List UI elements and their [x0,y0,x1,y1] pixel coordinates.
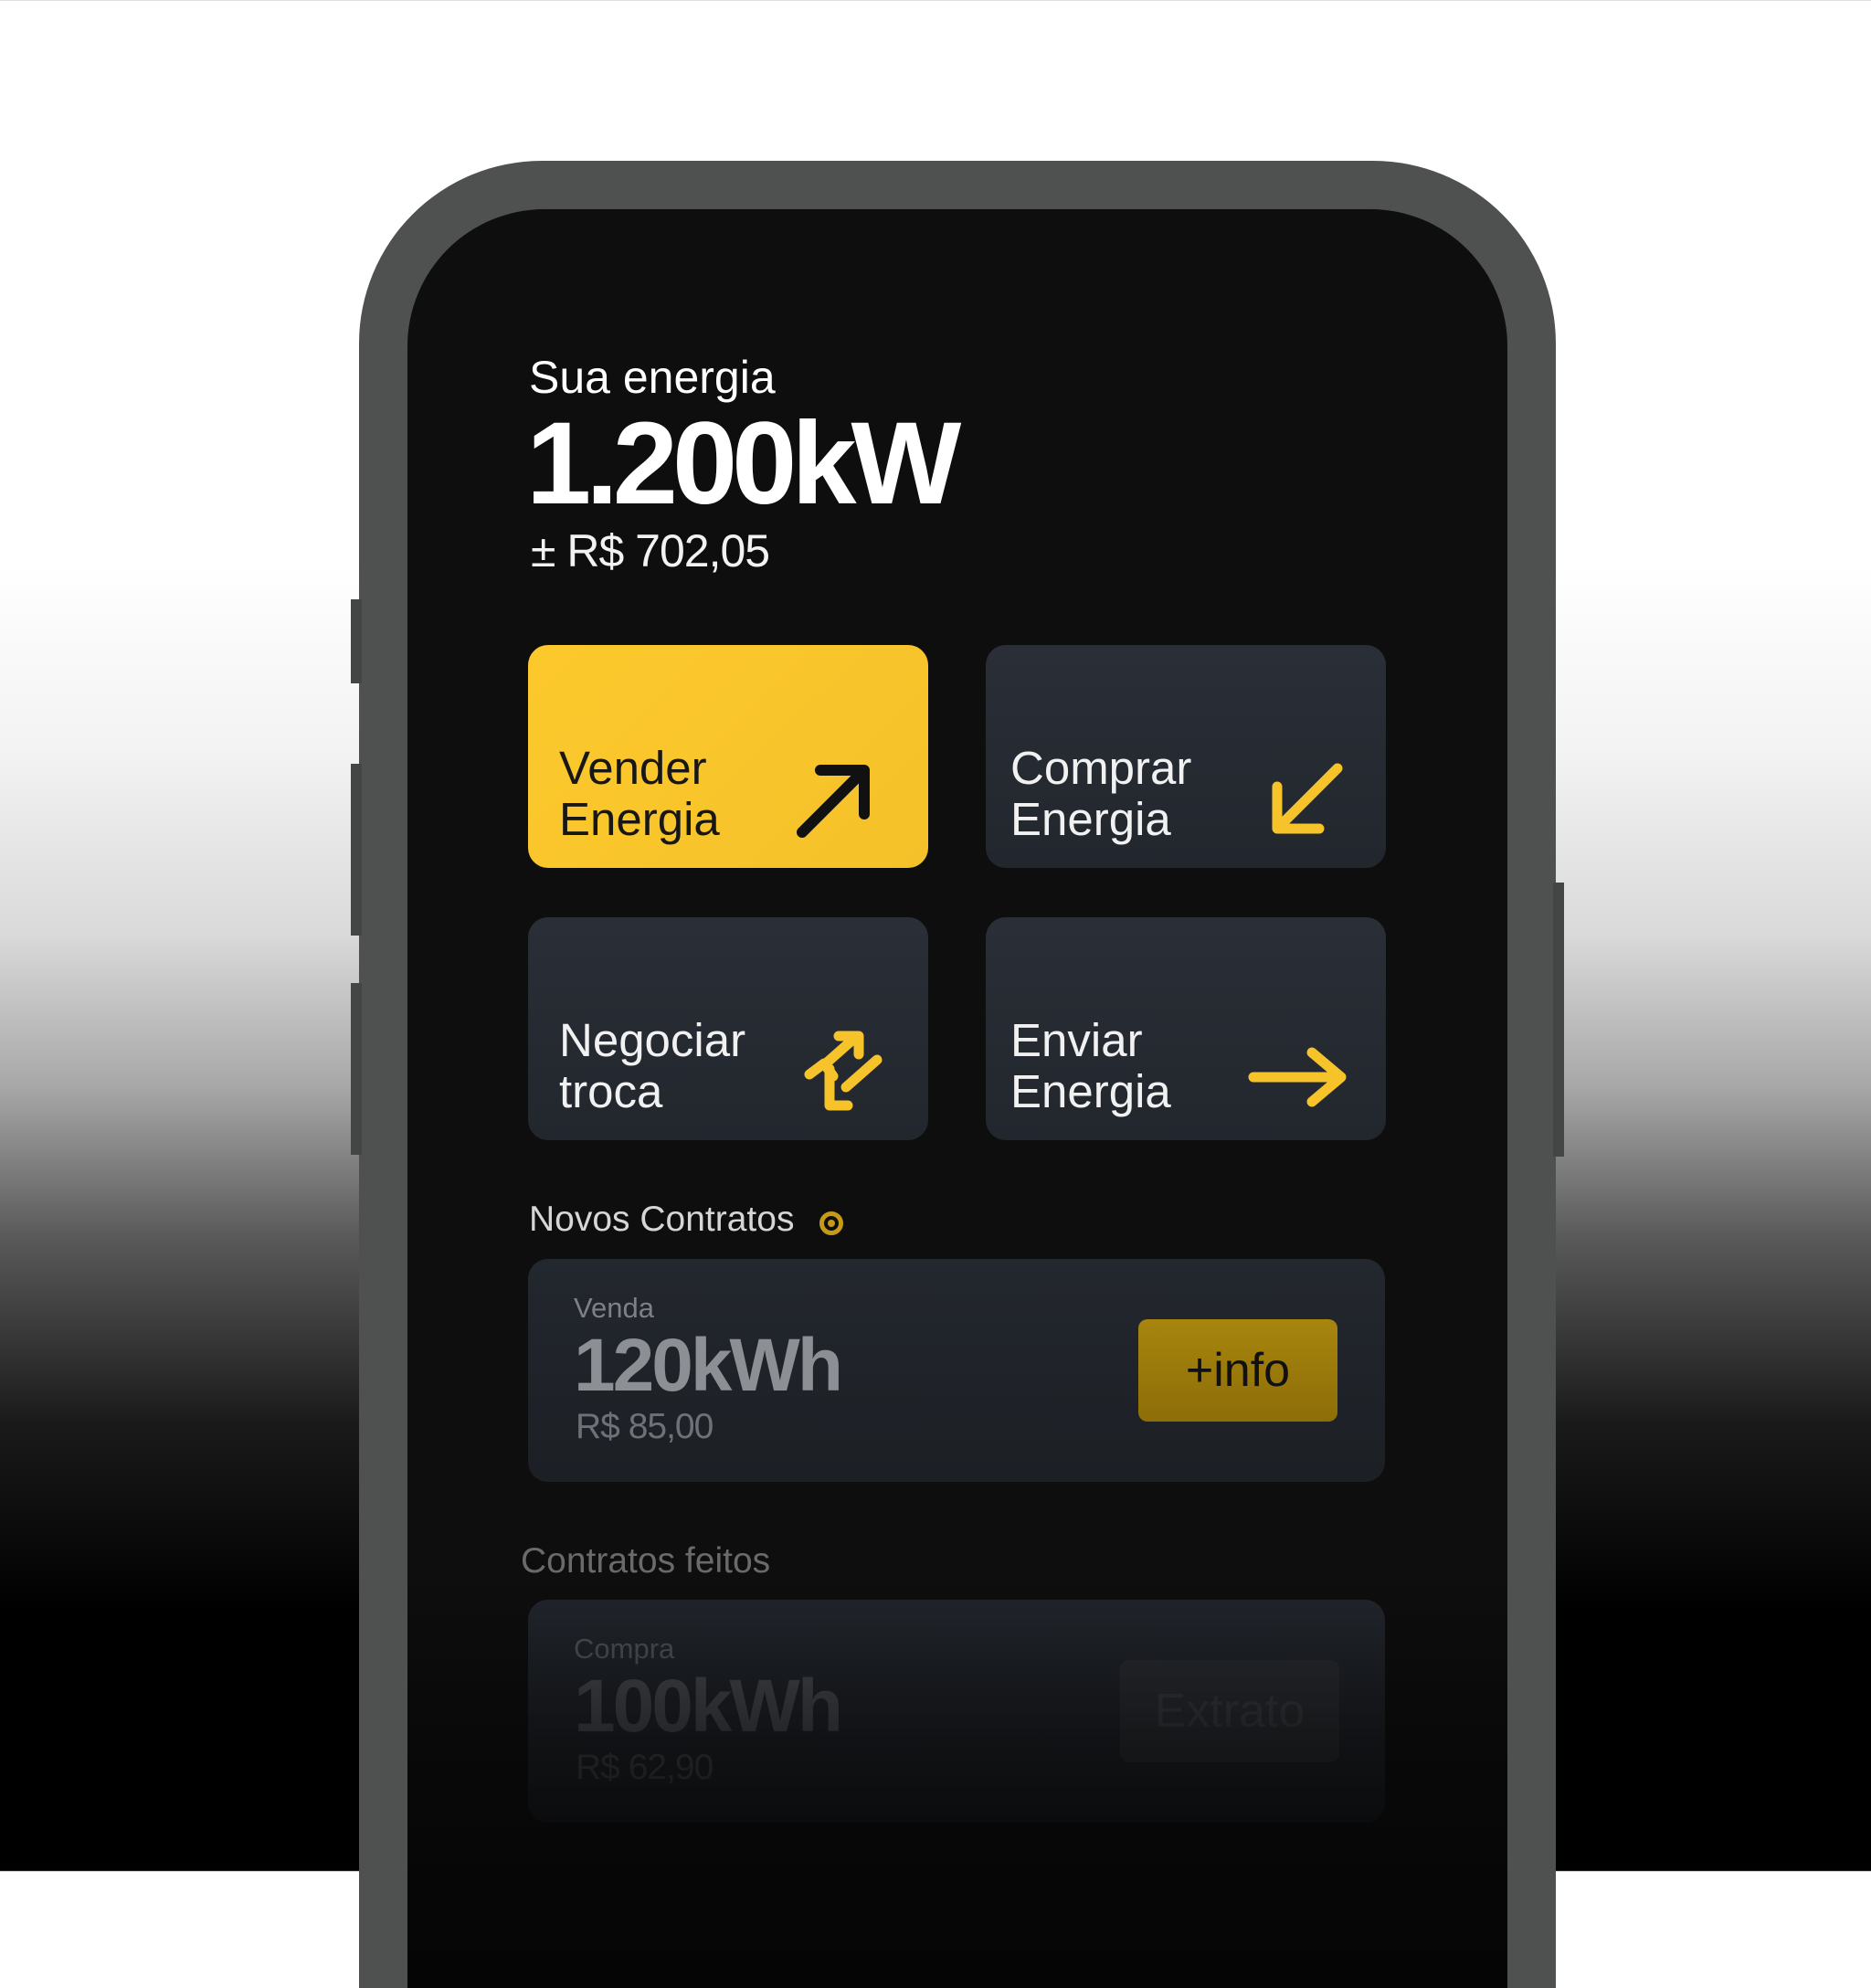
new-contracts-status-icon [819,1211,843,1235]
arrow-down-left-icon [1272,763,1343,834]
app-screen: Sua energia 1.200kW ± R$ 702,05 Vender E… [407,209,1507,1988]
buy-energy-label: Comprar Energia [1010,742,1192,845]
contract-amount: 120kWh [574,1324,843,1407]
balance-money: ± R$ 702,05 [531,525,770,576]
sell-energy-label: Vender Energia [559,742,720,845]
done-contract-card[interactable]: Compra 100kWh R$ 62,90 Extrato [528,1600,1385,1823]
buy-energy-button[interactable]: Comprar Energia [986,645,1386,868]
phone-power-button [1553,883,1564,1157]
balance-value: 1.200kW [526,398,961,529]
phone-side-button [351,599,362,683]
contract-type: Compra [574,1633,675,1665]
contract-type: Venda [574,1292,654,1324]
contract-price: R$ 62,90 [576,1748,714,1787]
trade-negotiate-button[interactable]: Negociar troca [528,917,928,1140]
new-contract-card[interactable]: Venda 120kWh R$ 85,00 +info [528,1259,1385,1482]
phone-volume-up-button [351,764,362,936]
arrow-up-right-icon [797,765,870,838]
sell-energy-button[interactable]: Vender Energia [528,645,928,868]
send-energy-button[interactable]: Enviar Energia [986,917,1386,1140]
statement-button[interactable]: Extrato [1120,1660,1339,1762]
done-contracts-title: Contratos feitos [521,1541,771,1581]
new-contracts-title: Novos Contratos [529,1200,795,1239]
phone-volume-down-button [351,983,362,1155]
more-info-button[interactable]: +info [1138,1319,1337,1422]
swap-arrows-icon [804,1031,883,1111]
phone-frame: Sua energia 1.200kW ± R$ 702,05 Vender E… [351,161,1564,1988]
contract-amount: 100kWh [574,1665,843,1748]
trade-negotiate-label: Negociar troca [559,1014,746,1117]
send-energy-label: Enviar Energia [1010,1014,1171,1117]
arrow-right-icon [1248,1047,1347,1107]
balance-title: Sua energia [529,352,776,403]
contract-price: R$ 85,00 [576,1407,714,1446]
